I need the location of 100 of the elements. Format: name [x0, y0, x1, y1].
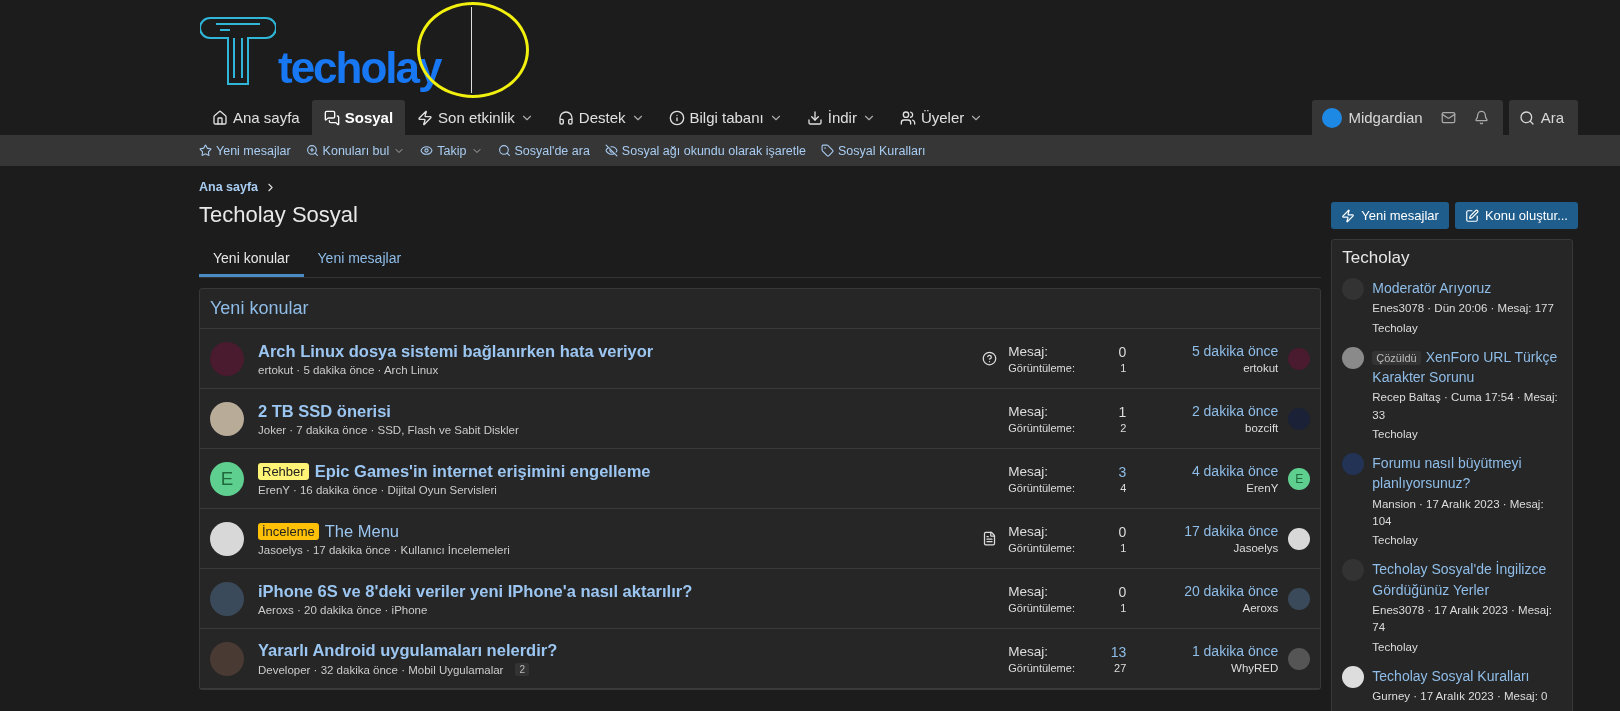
- bell-icon[interactable]: [1473, 110, 1489, 125]
- stat-value: 13: [1110, 643, 1127, 660]
- last-post-user[interactable]: Aeroxs: [1242, 602, 1279, 614]
- lightning-icon: [417, 109, 434, 126]
- stat-label: Mesaj:: [1008, 523, 1050, 540]
- stat-value: 1: [1119, 601, 1127, 614]
- subnav-link[interactable]: Konuları bul: [305, 143, 406, 158]
- stat-label: Görüntüleme:: [1008, 601, 1076, 614]
- thread-meta: Jasoelys · 17 dakika önce · Kullanıcı İncelemeleri: [258, 543, 510, 556]
- sidebar-thread-meta: Enes3078 · Dün 20:06 · Mesaj: 177: [1372, 301, 1554, 317]
- last-post-user[interactable]: bozcift: [1245, 422, 1279, 434]
- stat-value: 0: [1118, 523, 1127, 540]
- sidebar-thread-link[interactable]: Moderatör Arıyoruz: [1372, 278, 1554, 299]
- page-title: Techolay Sosyal: [199, 202, 358, 228]
- breadcrumb-link[interactable]: Ana sayfa: [199, 180, 259, 194]
- subnav-link[interactable]: Sosyal ağı okundu olarak işaretle: [604, 143, 806, 158]
- edit-icon: [1464, 208, 1479, 223]
- subnav-link[interactable]: Sosyal'de ara: [497, 143, 590, 158]
- thread-title-link[interactable]: Yararlı Android uygulamaları nelerdir?: [258, 641, 558, 660]
- avatar-placeholder[interactable]: [210, 521, 244, 556]
- info-icon: [668, 109, 685, 126]
- home-icon: [212, 109, 228, 126]
- nav-tab[interactable]: İndir: [794, 100, 888, 135]
- thread-title-link[interactable]: The Menu: [324, 521, 400, 541]
- sidebar-thread-meta: Mansion · 17 Aralık 2023 · Mesaj: 104: [1372, 496, 1545, 529]
- stat-value: 0: [1118, 583, 1127, 600]
- user-menu[interactable]: Midgardian: [1348, 109, 1423, 126]
- eye-icon: [420, 144, 434, 157]
- sidebar-thread-link[interactable]: Forumu nasıl büyütmeyi planlıyorsunuz?: [1372, 453, 1563, 494]
- last-post-user[interactable]: ertokut: [1243, 362, 1279, 374]
- last-post-time[interactable]: 5 dakika önce: [1191, 343, 1279, 359]
- stat-label: Görüntüleme:: [1008, 421, 1076, 434]
- thread-title-link[interactable]: 2 TB SSD önerisi: [258, 401, 391, 421]
- sidebar-forum-link[interactable]: Techolay: [1372, 532, 1563, 550]
- nav-tab[interactable]: Ana sayfa: [200, 100, 312, 135]
- sidebar-thread-link[interactable]: Techolay Sosyal'de İngilizce Gördüğünüz Yerler: [1372, 559, 1563, 601]
- document-icon: [981, 531, 997, 546]
- thread-title-link[interactable]: Epic Games'in internet erişimini engelleme: [314, 461, 651, 481]
- action-button[interactable]: Yeni mesajlar: [1331, 202, 1449, 229]
- thread-meta: ErenY · 16 dakika önce · Dijital Oyun Servisleri: [258, 483, 497, 496]
- nav-tab[interactable]: Bilgi tabanı: [656, 100, 795, 135]
- nav-tab[interactable]: Üyeler: [887, 100, 996, 135]
- stat-value: 1: [1119, 361, 1127, 374]
- mail-icon[interactable]: [1440, 110, 1456, 125]
- thread-title-link[interactable]: iPhone 6S ve 8'deki veriler yeni IPhone'a nasıl aktarılır?: [258, 581, 693, 601]
- eye-slash-icon: [604, 144, 618, 157]
- last-post-time[interactable]: 1 dakika önce: [1191, 643, 1279, 659]
- download-icon: [806, 109, 823, 126]
- search-button[interactable]: Ara: [1508, 100, 1578, 135]
- avatar-placeholder[interactable]: [1288, 527, 1311, 550]
- tab[interactable]: Yeni konular: [199, 242, 304, 277]
- last-post-user[interactable]: Jasoelys: [1233, 542, 1279, 554]
- sidebar-thread-meta: Recep Baltaş · Cuma 17:54 · Mesaj: 33: [1372, 390, 1559, 423]
- last-post-time[interactable]: 17 dakika önce: [1184, 523, 1279, 539]
- subnav-link[interactable]: Takip: [420, 143, 483, 158]
- stat-value: 2: [1119, 421, 1127, 434]
- search-icon: [497, 144, 511, 157]
- zoom-icon: [305, 144, 319, 157]
- stat-label: Mesaj:: [1008, 583, 1050, 600]
- last-post-time[interactable]: 20 dakika önce: [1184, 583, 1279, 599]
- subnav-link[interactable]: Sosyal Kuralları: [821, 143, 926, 158]
- stat-value: 1: [1118, 403, 1127, 420]
- stat-label: Mesaj:: [1008, 343, 1050, 360]
- avatar-placeholder[interactable]: [1342, 665, 1365, 688]
- thread-meta: Aeroxs · 20 dakika önce · iPhone: [258, 603, 428, 616]
- thread-meta: Developer · 32 dakika önce · Mobil Uygulamalar: [258, 663, 504, 676]
- question-icon: [981, 351, 997, 366]
- stat-value: 4: [1119, 481, 1127, 494]
- thread-meta: Joker · 7 dakika önce · SSD, Flash ve Sabit Diskler: [258, 423, 519, 436]
- last-post-user[interactable]: WhyRED: [1231, 662, 1279, 674]
- stat-value: 0: [1118, 343, 1127, 360]
- sidebar-forum-link[interactable]: Techolay: [1372, 425, 1563, 444]
- thread-title-link[interactable]: Arch Linux dosya sistemi bağlanırken hata veriyor: [258, 341, 654, 361]
- sidebar-heading: Techolay: [1342, 248, 1411, 268]
- last-post-time[interactable]: 2 dakika önce: [1191, 403, 1279, 419]
- solved-tag: Çözüldü: [1372, 350, 1421, 365]
- stat-label: Görüntüleme:: [1008, 541, 1076, 554]
- avatar-placeholder[interactable]: [210, 401, 244, 436]
- page-link[interactable]: 2: [515, 663, 529, 676]
- sidebar-thread-meta: Gurney · 17 Aralık 2023 · Mesaj: 0: [1372, 689, 1548, 705]
- sidebar-forum-link[interactable]: Techolay: [1372, 638, 1563, 656]
- sidebar-forum-link[interactable]: Techolay: [1372, 319, 1554, 337]
- panel-heading: Yeni konular: [200, 289, 1321, 329]
- sidebar-thread-link[interactable]: Techolay Sosyal Kuralları: [1372, 665, 1548, 687]
- stat-value: 27: [1113, 661, 1127, 674]
- nav-tab[interactable]: Sosyal: [311, 100, 406, 135]
- sidebar-thread-link[interactable]: Çözüldü XenForo URL Türkçe Karakter Sorunu: [1372, 346, 1563, 388]
- last-post-user[interactable]: ErenY: [1246, 482, 1279, 494]
- action-button[interactable]: Konu oluştur...: [1454, 202, 1578, 229]
- thread-meta: ertokut · 5 dakika önce · Arch Linux: [258, 363, 439, 376]
- stat-label: Görüntüleme:: [1008, 661, 1076, 674]
- subnav-link[interactable]: Yeni mesajlar: [199, 143, 291, 158]
- tag-icon: [821, 144, 834, 157]
- nav-tab[interactable]: Destek: [545, 100, 657, 135]
- star-icon: [199, 144, 212, 157]
- nav-tab[interactable]: Son etkinlik: [405, 100, 546, 135]
- sidebar-thread-meta: Enes3078 · 17 Aralık 2023 · Mesaj: 74: [1372, 603, 1553, 636]
- tab[interactable]: Yeni mesajlar: [303, 242, 416, 277]
- stat-value: 3: [1118, 463, 1127, 480]
- last-post-time[interactable]: 4 dakika önce: [1191, 463, 1279, 479]
